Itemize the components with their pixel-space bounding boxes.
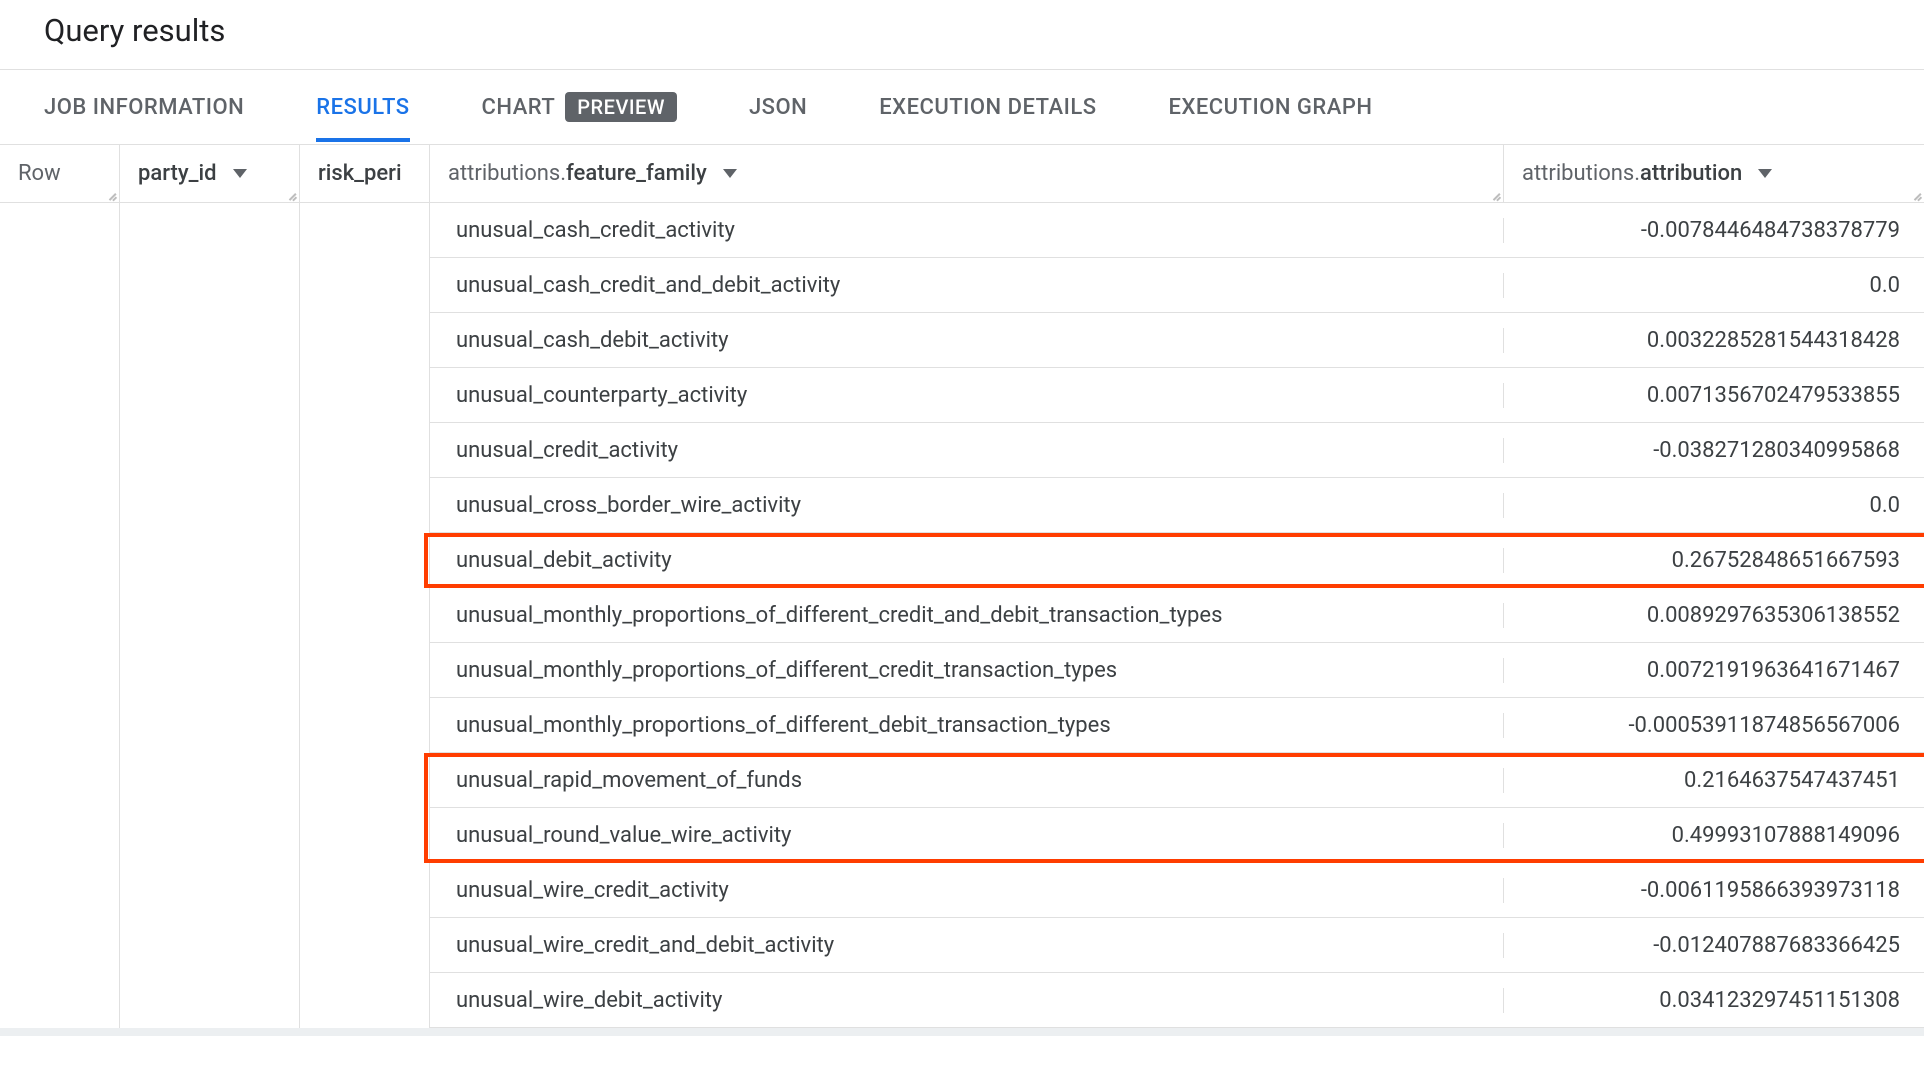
- column-header-attribution[interactable]: attributions.attribution: [1504, 145, 1924, 202]
- cell-attribution: 0.0089297635306138552: [1504, 603, 1924, 628]
- table-body: unusual_cash_credit_activity-0.007844648…: [0, 203, 1924, 1028]
- cell-feature-family: unusual_wire_credit_and_debit_activity: [430, 933, 1504, 958]
- chevron-down-icon: [723, 169, 737, 178]
- table-row[interactable]: unusual_credit_activity-0.03827128034099…: [430, 423, 1924, 478]
- column-header-feature-family-bold: feature_family: [566, 161, 707, 186]
- table-row[interactable]: unusual_cross_border_wire_activity0.0: [430, 478, 1924, 533]
- cell-feature-family: unusual_wire_credit_activity: [430, 878, 1504, 903]
- resize-handle-icon[interactable]: [1912, 190, 1922, 200]
- cell-attribution: -0.038271280340995868: [1504, 438, 1924, 463]
- resize-handle-icon[interactable]: [107, 190, 117, 200]
- cell-feature-family: unusual_wire_debit_activity: [430, 988, 1504, 1013]
- column-row-cells: [0, 203, 120, 1028]
- table-row[interactable]: unusual_rapid_movement_of_funds0.2164637…: [430, 753, 1924, 808]
- tab-results[interactable]: RESULTS: [316, 73, 409, 142]
- tabs-bar: JOB INFORMATION RESULTS CHART PREVIEW JS…: [0, 70, 1924, 145]
- cell-feature-family: unusual_cash_debit_activity: [430, 328, 1504, 353]
- footer-scrollbar-track[interactable]: [0, 1028, 1924, 1036]
- cell-attribution: 0.0: [1504, 493, 1924, 518]
- column-header-attribution-bold: attribution: [1640, 161, 1742, 186]
- table-row[interactable]: unusual_counterparty_activity0.007135670…: [430, 368, 1924, 423]
- cell-attribution: -0.012407887683366425: [1504, 933, 1924, 958]
- cell-feature-family: unusual_monthly_proportions_of_different…: [430, 713, 1504, 738]
- table-row[interactable]: unusual_cash_credit_activity-0.007844648…: [430, 203, 1924, 258]
- table-row[interactable]: unusual_monthly_proportions_of_different…: [430, 698, 1924, 753]
- column-party-id-cells: [120, 203, 300, 1028]
- cell-feature-family: unusual_monthly_proportions_of_different…: [430, 658, 1504, 683]
- column-risk-peri-cells: [300, 203, 430, 1028]
- tab-chart[interactable]: CHART PREVIEW: [482, 70, 677, 144]
- cell-attribution: 0.0072191963641671467: [1504, 658, 1924, 683]
- table-row[interactable]: unusual_cash_credit_and_debit_activity0.…: [430, 258, 1924, 313]
- cell-feature-family: unusual_cash_credit_activity: [430, 218, 1504, 243]
- cell-attribution: -0.0061195866393973118: [1504, 878, 1924, 903]
- cell-attribution: 0.26752848651667593: [1504, 548, 1924, 573]
- tab-json[interactable]: JSON: [749, 73, 807, 142]
- column-header-party-id-label: party_id: [138, 161, 217, 186]
- cell-feature-family: unusual_rapid_movement_of_funds: [430, 768, 1504, 793]
- tab-execution-details[interactable]: EXECUTION DETAILS: [879, 73, 1096, 142]
- cell-attribution: 0.2164637547437451: [1504, 768, 1924, 793]
- cell-feature-family: unusual_cash_credit_and_debit_activity: [430, 273, 1504, 298]
- column-header-attribution-prefix: attributions.: [1522, 161, 1640, 186]
- table-row[interactable]: unusual_monthly_proportions_of_different…: [430, 588, 1924, 643]
- cell-feature-family: unusual_round_value_wire_activity: [430, 823, 1504, 848]
- cell-attribution: 0.0071356702479533855: [1504, 383, 1924, 408]
- cell-feature-family: unusual_debit_activity: [430, 548, 1504, 573]
- column-header-party-id[interactable]: party_id: [120, 145, 300, 202]
- column-header-row[interactable]: Row: [0, 145, 120, 202]
- results-table: Row party_id risk_peri attributions.feat…: [0, 145, 1924, 1028]
- cell-attribution: -0.0078446484738378779: [1504, 218, 1924, 243]
- cell-attribution: 0.0: [1504, 273, 1924, 298]
- page-title: Query results: [0, 0, 1924, 69]
- preview-badge: PREVIEW: [565, 92, 677, 122]
- resize-handle-icon[interactable]: [287, 190, 297, 200]
- column-header-row-label: Row: [18, 161, 61, 186]
- cell-feature-family: unusual_monthly_proportions_of_different…: [430, 603, 1504, 628]
- tab-job-information[interactable]: JOB INFORMATION: [44, 73, 244, 142]
- cell-feature-family: unusual_credit_activity: [430, 438, 1504, 463]
- column-header-risk-peri-label: risk_peri: [318, 161, 402, 186]
- cell-feature-family: unusual_cross_border_wire_activity: [430, 493, 1504, 518]
- cell-attribution: 0.49993107888149096: [1504, 823, 1924, 848]
- table-row[interactable]: unusual_round_value_wire_activity0.49993…: [430, 808, 1924, 863]
- cell-attribution: -0.00053911874856567006: [1504, 713, 1924, 738]
- cell-attribution: 0.0032285281544318428: [1504, 328, 1924, 353]
- tab-execution-graph[interactable]: EXECUTION GRAPH: [1169, 73, 1373, 142]
- table-row[interactable]: unusual_cash_debit_activity0.00322852815…: [430, 313, 1924, 368]
- column-header-risk-peri[interactable]: risk_peri: [300, 145, 430, 202]
- frozen-columns: [0, 203, 430, 1028]
- cell-feature-family: unusual_counterparty_activity: [430, 383, 1504, 408]
- column-header-feature-family-prefix: attributions.: [448, 161, 566, 186]
- data-rows-container: unusual_cash_credit_activity-0.007844648…: [430, 203, 1924, 1028]
- table-row[interactable]: unusual_wire_debit_activity0.03412329745…: [430, 973, 1924, 1028]
- column-header-feature-family[interactable]: attributions.feature_family: [430, 145, 1504, 202]
- table-header-row: Row party_id risk_peri attributions.feat…: [0, 145, 1924, 203]
- cell-attribution: 0.034123297451151308: [1504, 988, 1924, 1013]
- tab-chart-label: CHART: [482, 95, 556, 120]
- table-row[interactable]: unusual_wire_credit_activity-0.006119586…: [430, 863, 1924, 918]
- table-row[interactable]: unusual_debit_activity0.2675284865166759…: [430, 533, 1924, 588]
- table-row[interactable]: unusual_wire_credit_and_debit_activity-0…: [430, 918, 1924, 973]
- resize-handle-icon[interactable]: [1491, 190, 1501, 200]
- chevron-down-icon: [1758, 169, 1772, 178]
- chevron-down-icon: [233, 169, 247, 178]
- table-row[interactable]: unusual_monthly_proportions_of_different…: [430, 643, 1924, 698]
